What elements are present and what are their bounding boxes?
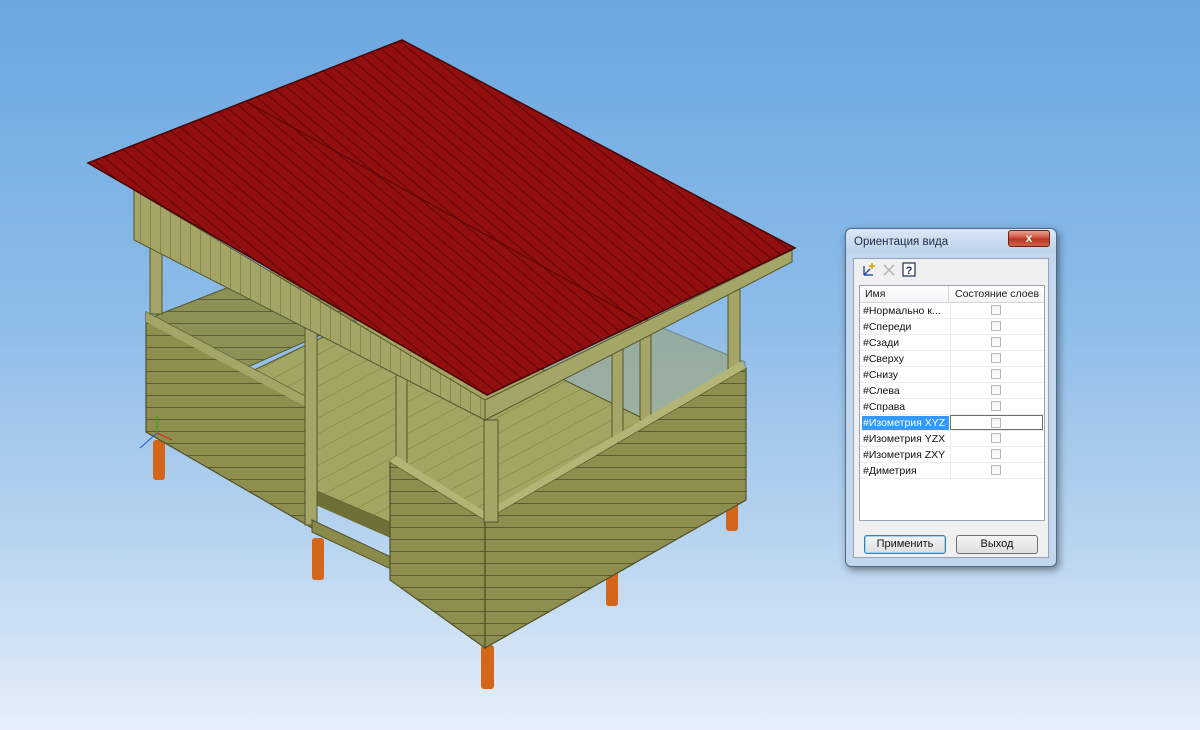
table-row-selected[interactable]: #Изометрия XYZ [860,415,1044,431]
close-icon: x [1025,231,1033,245]
view-name: #Справа [863,401,906,413]
table-row[interactable]: #Изометрия ZXY [860,447,1044,463]
layer-state-checkbox[interactable] [991,369,1001,379]
view-name: #Диметрия [863,465,917,477]
view-orientation-dialog: Ориентация вида x ? Имя Состояние слоев … [845,228,1057,567]
view-name: #Спереди [863,321,912,333]
3d-viewport[interactable]: Ориентация вида x ? Имя Состояние слоев … [0,0,1200,730]
layer-state-checkbox[interactable] [991,321,1001,331]
delete-icon[interactable] [881,262,897,278]
help-icon[interactable]: ? [901,262,917,278]
dialog-toolbar: ? [857,261,1045,281]
svg-text:?: ? [906,265,913,277]
layer-state-checkbox[interactable] [991,401,1001,411]
add-view-icon[interactable] [861,262,877,278]
view-name: #Изометрия ZXY [863,449,946,461]
view-name: #Слева [863,385,900,397]
layer-state-checkbox[interactable] [991,465,1001,475]
layer-state-checkbox[interactable] [991,449,1001,459]
view-name: #Изометрия YZX [863,433,946,445]
close-button[interactable]: x [1008,230,1050,247]
view-name: #Изометрия XYZ [862,416,949,430]
layer-state-checkbox[interactable] [991,433,1001,443]
layer-state-checkbox[interactable] [991,305,1001,315]
column-header-layer-state[interactable]: Состояние слоев [955,288,1039,300]
view-name: #Сверху [863,353,904,365]
view-name: #Снизу [863,369,899,381]
layer-state-checkbox[interactable] [991,385,1001,395]
dialog-client-area: ? Имя Состояние слоев #Нормально к... #С… [853,258,1049,558]
exit-button[interactable]: Выход [956,535,1038,554]
dialog-titlebar[interactable]: Ориентация вида x [846,229,1056,253]
table-row[interactable]: #Сзади [860,335,1044,351]
apply-button[interactable]: Применить [864,535,946,554]
table-row[interactable]: #Диметрия [860,463,1044,479]
table-header: Имя Состояние слоев [860,286,1044,303]
table-row[interactable]: #Спереди [860,319,1044,335]
layer-state-checkbox[interactable] [991,337,1001,347]
dialog-title: Ориентация вида [854,236,949,248]
table-row[interactable]: #Справа [860,399,1044,415]
table-row[interactable]: #Нормально к... [860,303,1044,319]
table-row[interactable]: #Слева [860,383,1044,399]
layer-state-checkbox[interactable] [991,353,1001,363]
views-table: Имя Состояние слоев #Нормально к... #Спе… [859,285,1045,521]
view-name: #Нормально к... [863,305,941,317]
table-row[interactable]: #Сверху [860,351,1044,367]
column-header-name[interactable]: Имя [865,288,885,300]
view-name: #Сзади [863,337,900,349]
table-row[interactable]: #Изометрия YZX [860,431,1044,447]
table-row[interactable]: #Снизу [860,367,1044,383]
layer-state-checkbox[interactable] [991,418,1001,428]
